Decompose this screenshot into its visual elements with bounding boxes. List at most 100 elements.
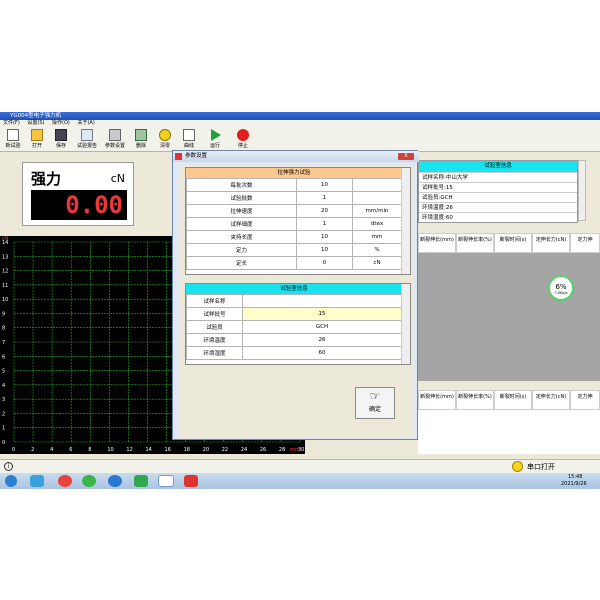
param-value-cell[interactable]: 10 [296, 178, 353, 192]
right-info-row: 试样批号:15 [419, 182, 577, 192]
table-row: 试验批数 1 [186, 191, 402, 205]
ok-button[interactable]: ☞ 确定 [355, 387, 395, 419]
open-button[interactable]: 打开 [26, 129, 48, 151]
port-status: 串口打开 [527, 463, 555, 471]
strength-app-icon[interactable] [158, 475, 174, 487]
k-app-icon[interactable] [108, 475, 122, 487]
param-settings-button[interactable]: 参数设置 [102, 129, 128, 151]
tensile-params-header: 拉伸强力试验 [186, 168, 402, 178]
table-row: 拉伸速度 20 mm/min [186, 204, 402, 218]
sample-name-input[interactable] [242, 294, 402, 308]
curve-button[interactable]: 曲线 [178, 129, 200, 151]
col-break-time-b: 断裂时间(s) [494, 390, 532, 410]
folder-icon [31, 129, 43, 141]
progress-badge: 6% 7.0Kb/s [548, 275, 574, 301]
lab-info-header: 试验室信息 [186, 284, 402, 294]
x-tick-label: 4 [50, 447, 53, 453]
dialog-app-icon [175, 153, 182, 160]
col-fixed-elong-force: 定伸长力(cN) [532, 233, 570, 253]
param-value-cell[interactable]: 1 [296, 191, 353, 205]
force-label: 强力 [31, 170, 62, 188]
menu-file[interactable]: 文件(F) [3, 120, 20, 126]
results-header-bottom: 断裂伸长(mm) 断裂伸长率(%) 断裂时间(s) 定伸长力(cN) 定力伸 [418, 390, 600, 410]
menu-bar: 文件(F) 设置(S) 操作(O) 关于(A) [0, 120, 600, 127]
y-tick-label: 4 [2, 383, 5, 389]
save-button[interactable]: 保存 [50, 129, 72, 151]
wps-app-icon[interactable] [184, 475, 198, 487]
tensile-params-table: 每批次数 10 试验批数 1 拉伸速度 20 mm/min 试样细度 1 dtex 夹持长度… [186, 178, 402, 270]
menu-about[interactable]: 关于(A) [77, 120, 94, 126]
y-tick-label: 7 [2, 340, 5, 346]
col-fixed-force-elong: 定力伸 [570, 233, 600, 253]
stop-icon [237, 129, 249, 141]
menu-settings[interactable]: 设置(S) [27, 120, 44, 126]
start-button-icon[interactable] [5, 475, 17, 487]
force-digit-display: 0.00 [31, 190, 127, 220]
new-test-button[interactable]: 新试验 [2, 129, 24, 151]
table-row: 试样名称 [186, 294, 402, 308]
menu-operate[interactable]: 操作(O) [52, 120, 70, 126]
tensile-params-scrollbar[interactable] [401, 168, 410, 274]
green-app-icon[interactable] [134, 475, 148, 487]
y-tick-label: 5 [2, 369, 5, 375]
table-row: 试样细度 1 dtex [186, 217, 402, 231]
right-info-row: 试样名称:中山大学 [419, 172, 577, 182]
lab-info-scrollbar[interactable] [401, 284, 410, 364]
y-tick-label: 1 [2, 426, 5, 432]
warning-icon [159, 129, 171, 141]
force-panel: 强力 cN 0.00 [0, 153, 172, 235]
lab-info-group: 试验室信息 试样名称 试样批号 15 试验员 GCH 环境温度 26 环境湿度 60 [185, 283, 411, 365]
table-row: 定力 10% [186, 243, 402, 257]
sample-batch-input[interactable]: 15 [242, 307, 402, 321]
param-value-cell[interactable]: 20 [296, 204, 353, 218]
right-info-scrollbar[interactable] [578, 160, 586, 221]
param-value-cell[interactable]: 10 [296, 243, 353, 257]
desktop-screen: YG004型电子强力机 文件(F) 设置(S) 操作(O) 关于(A) 新试验 … [0, 112, 600, 489]
y-tick-label: 13 [2, 254, 8, 260]
param-value-cell[interactable]: 0 [296, 256, 353, 270]
table-row: 环境温度 26 [186, 333, 402, 347]
table-row: 定长 0 cN [186, 256, 402, 270]
humidity-input[interactable]: 60 [242, 346, 402, 360]
tester-input[interactable]: GCH [242, 320, 402, 334]
report-button[interactable]: 试验报告 [74, 129, 100, 151]
dialog-close-button[interactable]: X [398, 153, 414, 160]
edge-app-icon[interactable] [30, 475, 44, 487]
delete-button[interactable]: 删除 [130, 129, 152, 151]
zero-button[interactable]: 清零 [154, 129, 176, 151]
clock-time: 15:48 [568, 474, 583, 480]
toolbar: 新试验 打开 保存 试验报告 参数设置 删除 清零 曲线 运行 停止 [0, 127, 600, 152]
param-value-cell[interactable]: 10 [296, 230, 353, 244]
y-tick-label: 8 [2, 326, 5, 332]
x-tick-label: 6 [69, 447, 72, 453]
smiley-icon [512, 461, 523, 472]
temperature-input[interactable]: 26 [242, 333, 402, 347]
ok-label: 确定 [368, 406, 381, 413]
table-row: 每批次数 10 [186, 178, 402, 192]
wechat-app-icon[interactable] [82, 475, 96, 487]
param-settings-dialog: 参数设置 X 拉伸强力试验 每批次数 10 试验批数 1 拉伸速度 20 mm/min … [172, 150, 419, 440]
trash-icon [135, 129, 147, 141]
x-tick-label: 26 [260, 447, 266, 453]
dialog-title-bar: 参数设置 [173, 151, 419, 162]
y-tick-label: 11 [2, 283, 8, 289]
stop-button[interactable]: 停止 [232, 129, 254, 151]
param-value-cell[interactable]: 1 [296, 217, 353, 231]
results-grid-bottom: 断裂伸长(mm) 断裂伸长率(%) 断裂时间(s) 定伸长力(cN) 定力伸 [418, 390, 600, 454]
run-button[interactable]: 运行 [204, 129, 226, 151]
y-tick-label: 6 [2, 354, 5, 360]
force-display: 强力 cN 0.00 [22, 162, 134, 226]
x-tick-label: 8 [88, 447, 91, 453]
right-info-row: 试验员:GCH [419, 192, 577, 202]
app-title: YG004型电子强力机 [10, 113, 62, 119]
taskbar: 15:48 2021/9/26 [0, 473, 600, 489]
x-tick-label: 0 [12, 447, 15, 453]
play-icon [211, 129, 221, 141]
chrome-app-icon[interactable] [58, 475, 72, 487]
report-icon [81, 129, 93, 141]
col-fixed-elong-force-b: 定伸长力(cN) [532, 390, 570, 410]
clock-date: 2021/9/26 [561, 481, 587, 487]
x-unit-label: mm [290, 447, 300, 453]
results-header-top: 断裂伸长(mm) 断裂伸长率(%) 断裂时间(s) 定伸长力(cN) 定力伸 [418, 233, 600, 253]
hand-pointer-icon: ☞ [369, 389, 381, 403]
